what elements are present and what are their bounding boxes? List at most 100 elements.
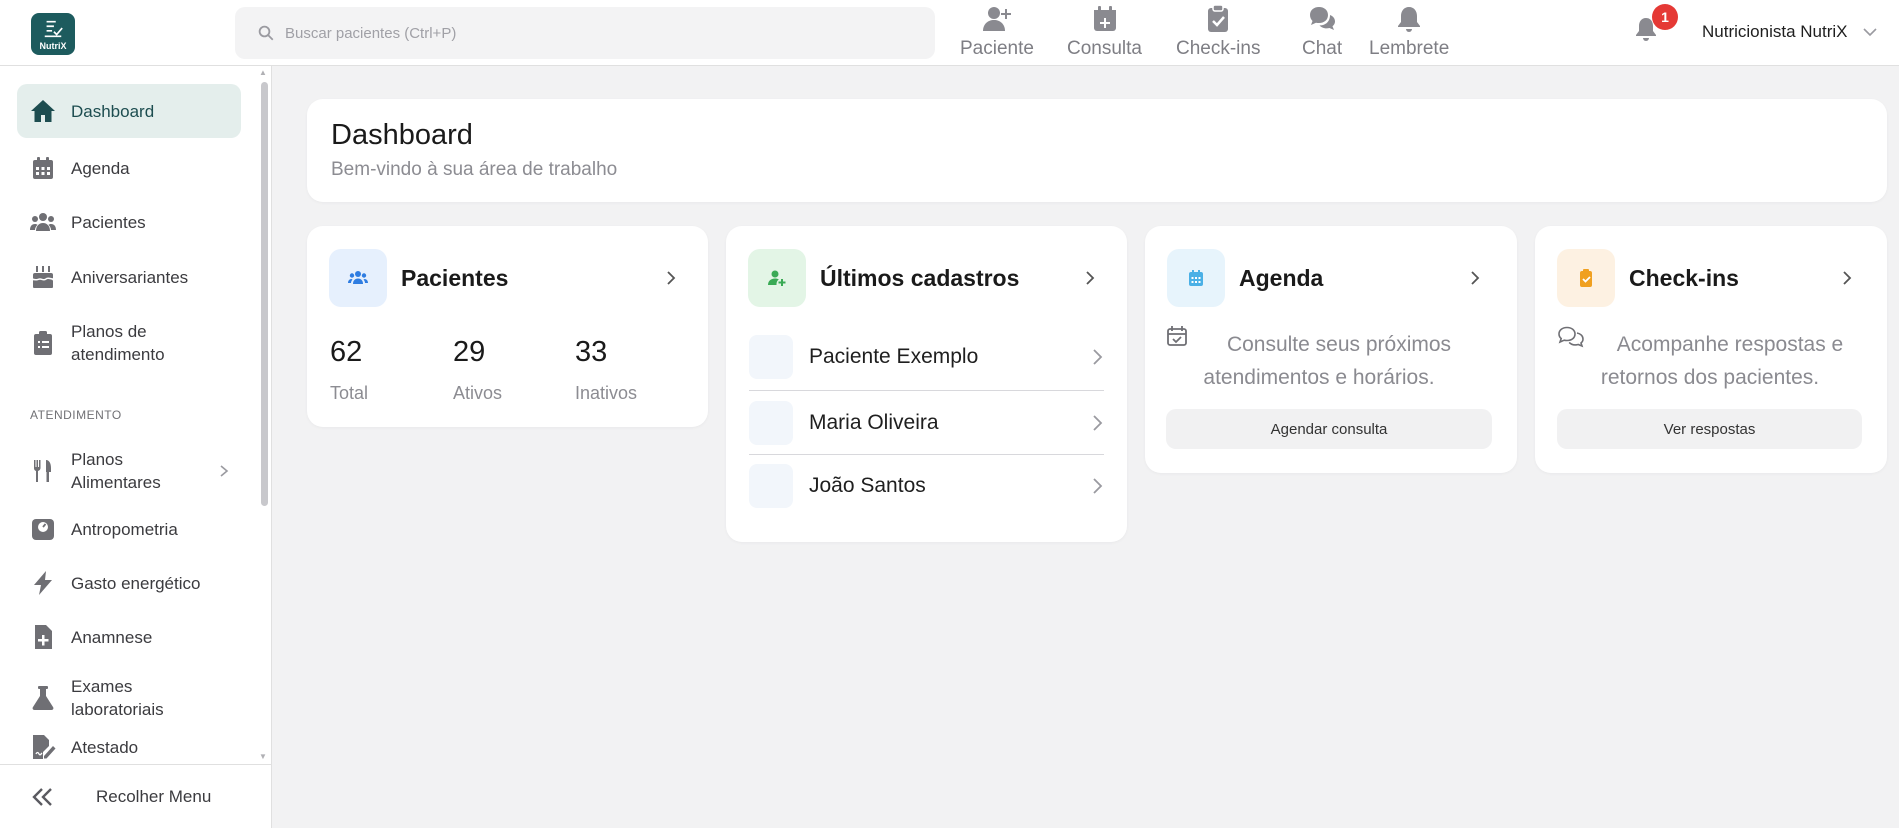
calendar-tile-icon [1167, 249, 1225, 307]
stat-ativos: 29 Ativos [453, 336, 502, 404]
chevron-down-icon[interactable] [1862, 26, 1878, 38]
stat-inativos: 33 Inativos [575, 336, 637, 404]
file-plus-icon [29, 623, 57, 651]
sidebar-item-agenda[interactable]: Agenda [17, 146, 241, 190]
sidebar-item-dashboard[interactable]: Dashboard [17, 84, 241, 138]
search-icon [258, 25, 274, 41]
scale-icon [29, 515, 57, 543]
stat-total: 62 Total [330, 336, 368, 404]
sidebar-item-label: Planos de atendimento [71, 322, 165, 364]
clipboard-check-icon [1208, 4, 1229, 32]
ultimos-cadastros-card: Últimos cadastros Paciente Exemplo Maria… [726, 226, 1127, 542]
schedule-appointment-button[interactable]: Agendar consulta [1166, 409, 1492, 449]
avatar [749, 401, 793, 445]
app-logo[interactable]: NutriX [31, 13, 75, 55]
patient-name: Paciente Exemplo [809, 345, 979, 368]
home-icon [29, 97, 57, 125]
sidebar-item-anamnese[interactable]: Anamnese [17, 615, 241, 659]
sidebar-item-label: Planos Alimentares [71, 450, 161, 492]
chat-outline-icon [1558, 326, 1584, 348]
chevron-right-icon[interactable] [1083, 270, 1097, 286]
description-line: retornos dos pacientes. [1600, 366, 1820, 389]
sidebar-item-label: Agenda [71, 158, 130, 178]
stat-label: Ativos [453, 383, 503, 403]
quick-new-appointment-button[interactable]: Consulta [1067, 4, 1142, 60]
card-title: Últimos cadastros [820, 264, 1020, 291]
scroll-up-arrow[interactable]: ▲ [259, 68, 267, 77]
calendar-check-icon [1167, 326, 1187, 346]
sidebar-item-label: Anamnese [71, 627, 153, 647]
agenda-description: Consulte seus próximos atendimentos e ho… [1189, 328, 1489, 394]
chevron-right-icon[interactable] [1468, 270, 1482, 286]
chevron-right-icon [1093, 349, 1103, 365]
card-title: Pacientes [401, 264, 509, 291]
chat-bubbles-icon [1310, 7, 1336, 30]
quick-reminder-button[interactable]: Lembrete [1369, 4, 1449, 60]
agenda-card: Agenda Consulte seus próximos atendiment… [1145, 226, 1517, 473]
chevrons-left-icon [32, 787, 52, 806]
chevron-right-icon [220, 465, 229, 477]
search-input[interactable] [285, 24, 885, 42]
sidebar-item-label: Antropometria [71, 519, 178, 539]
birthday-cake-icon [29, 263, 57, 291]
sidebar-item-label: Dashboard [71, 101, 155, 121]
sidebar-item-atestado[interactable]: Atestado [17, 730, 241, 764]
calendar-icon [29, 154, 57, 182]
sidebar-item-pacientes[interactable]: Pacientes [17, 200, 241, 244]
clipboard-check-tile-icon [1557, 249, 1615, 307]
bolt-icon [29, 569, 57, 597]
list-item[interactable]: Paciente Exemplo [749, 326, 1104, 388]
quick-action-label: Check-ins [1176, 38, 1261, 59]
sidebar-item-label: Gasto energético [71, 573, 201, 593]
sidebar-section-label: ATENDIMENTO [30, 408, 122, 422]
calendar-plus-icon [1093, 6, 1116, 31]
search-bar[interactable] [235, 7, 935, 59]
top-bar: NutriX Paciente Consulta Check-ins [0, 0, 1899, 66]
scroll-down-arrow[interactable]: ▼ [259, 752, 267, 761]
sidebar-item-aniversariantes[interactable]: Aniversariantes [17, 255, 241, 299]
quick-action-label: Chat [1302, 38, 1343, 59]
users-icon [29, 208, 57, 236]
users-tile-icon [329, 249, 387, 307]
collapse-menu-label: Recolher Menu [96, 786, 212, 806]
chevron-right-icon[interactable] [664, 270, 678, 286]
description-line: Consulte seus próximos [1226, 333, 1452, 356]
sidebar-item-planos-alimentares[interactable]: Planos Alimentares [17, 444, 241, 498]
sidebar-scrollbar-thumb[interactable] [261, 82, 268, 506]
quick-checkins-button[interactable]: Check-ins [1176, 4, 1260, 60]
page-header-card: Dashboard Bem-vindo à sua área de trabal… [307, 99, 1887, 202]
user-menu-name[interactable]: Nutricionista NutriX [1702, 22, 1848, 42]
stat-value: 29 [453, 336, 486, 368]
sidebar-item-label: Atestado [71, 737, 139, 757]
quick-chat-button[interactable]: Chat [1302, 4, 1342, 60]
card-title: Agenda [1239, 264, 1324, 291]
stat-value: 33 [575, 336, 608, 368]
pacientes-card[interactable]: Pacientes 62 Total 29 Ativos 33 Inativos [307, 226, 708, 427]
sidebar: Dashboard Agenda Pacientes Aniversariant… [0, 66, 272, 828]
chevron-right-icon[interactable] [1840, 270, 1854, 286]
flask-icon [29, 684, 57, 712]
clipboard-list-icon [29, 329, 57, 357]
sidebar-item-planos-atendimento[interactable]: Planos de atendimento [17, 316, 241, 370]
user-plus-icon [982, 7, 1011, 31]
file-signature-icon [29, 733, 57, 761]
chevron-right-icon [1093, 415, 1103, 431]
sidebar-item-exames-laboratoriais[interactable]: Exames laboratoriais [17, 671, 241, 725]
logo-checklist-icon [44, 20, 63, 37]
quick-add-patient-button[interactable]: Paciente [960, 4, 1034, 60]
view-responses-button[interactable]: Ver respostas [1557, 409, 1862, 449]
list-item[interactable]: João Santos [749, 455, 1104, 517]
checkins-description: Acompanhe respostas e retornos dos pacie… [1585, 328, 1875, 394]
sidebar-item-gasto-energetico[interactable]: Gasto energético [17, 561, 241, 605]
quick-action-label: Paciente [960, 38, 1034, 59]
list-item[interactable]: Maria Oliveira [749, 392, 1104, 454]
stat-label: Total [330, 383, 369, 403]
collapse-menu-button[interactable]: Recolher Menu [0, 764, 271, 828]
sidebar-item-antropometria[interactable]: Antropometria [17, 507, 241, 551]
stat-value: 62 [330, 336, 363, 368]
patient-name: Maria Oliveira [809, 411, 939, 434]
user-add-tile-icon [748, 249, 806, 307]
description-line: Acompanhe respostas e [1616, 333, 1844, 356]
checkins-card: Check-ins Acompanhe respostas e retornos… [1535, 226, 1887, 473]
avatar [749, 464, 793, 508]
